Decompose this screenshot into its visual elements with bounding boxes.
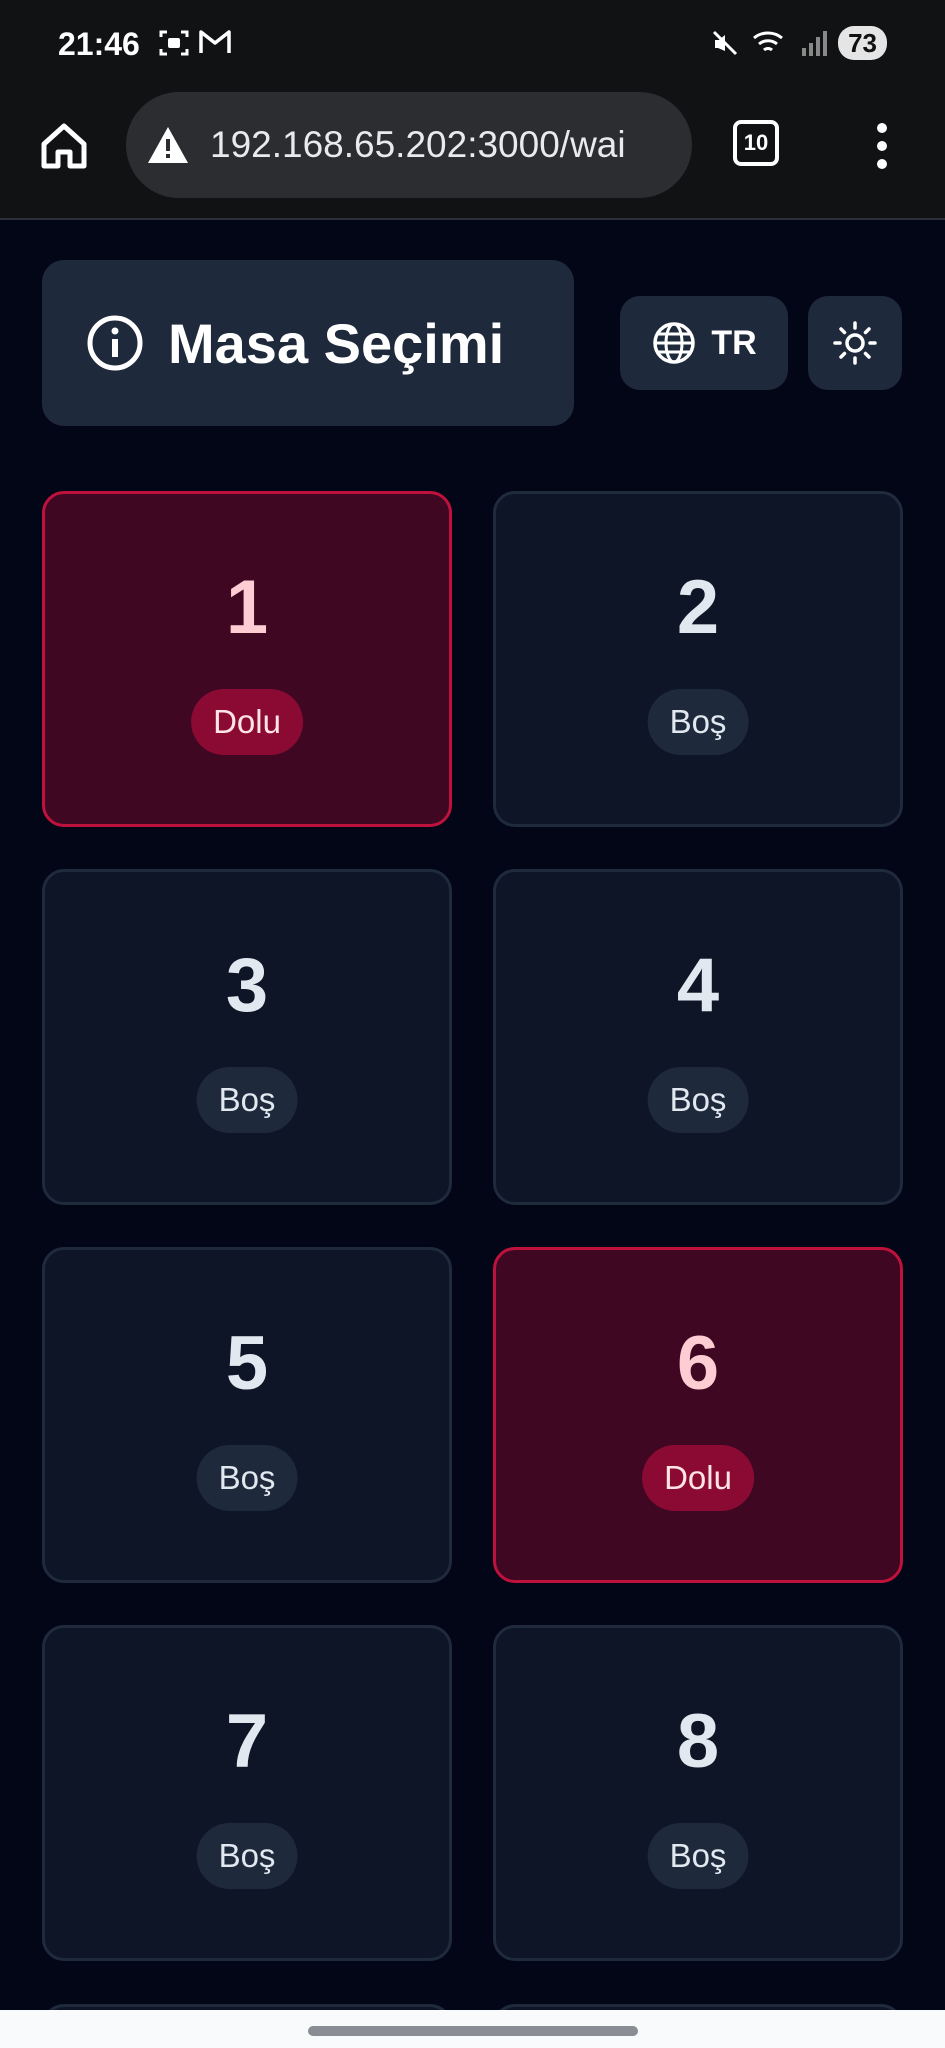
- table-status-badge: Dolu: [642, 1445, 754, 1511]
- table-number: 4: [676, 943, 720, 1028]
- gmail-icon: [199, 30, 231, 53]
- table-number: 5: [225, 1321, 269, 1406]
- tab-switcher-button[interactable]: 10: [733, 120, 779, 166]
- gesture-handle[interactable]: [308, 2026, 638, 2036]
- table-card[interactable]: 4 Boş: [493, 869, 903, 1205]
- table-status-badge: Boş: [196, 1445, 298, 1511]
- table-card[interactable]: 2 Boş: [493, 491, 903, 827]
- status-notification-icons: [158, 28, 232, 58]
- page-header: Masa Seçimi: [42, 260, 574, 426]
- table-status-badge: Boş: [647, 1823, 749, 1889]
- table-status-badge: Boş: [196, 1067, 298, 1133]
- table-card[interactable]: 3 Boş: [42, 869, 452, 1205]
- home-icon[interactable]: [38, 120, 90, 172]
- table-card[interactable]: 1 Dolu: [42, 491, 452, 827]
- sun-icon: [833, 321, 877, 365]
- table-card[interactable]: 8 Boş: [493, 1625, 903, 1961]
- wifi-icon: [753, 31, 784, 52]
- screenshot-icon: [159, 30, 189, 56]
- table-number: 7: [225, 1699, 269, 1784]
- info-icon[interactable]: [86, 314, 144, 372]
- url-text[interactable]: 192.168.65.202:3000/wai: [210, 124, 680, 166]
- language-label: TR: [711, 323, 757, 362]
- page-title: Masa Seçimi: [168, 311, 505, 375]
- table-number: 1: [225, 565, 269, 650]
- table-card[interactable]: 6 Dolu: [493, 1247, 903, 1583]
- table-status-badge: Dolu: [191, 689, 303, 755]
- warning-icon[interactable]: [146, 125, 190, 165]
- navigation-bar: [0, 2010, 945, 2048]
- address-bar[interactable]: 192.168.65.202:3000/wai: [126, 92, 692, 198]
- signal-icon: [802, 31, 828, 56]
- status-system-icons: 73: [710, 26, 887, 60]
- mute-icon: [713, 30, 738, 56]
- status-time: 21:46: [58, 26, 140, 62]
- table-number: 2: [676, 565, 720, 650]
- table-status-badge: Boş: [196, 1823, 298, 1889]
- browser-toolbar: 192.168.65.202:3000/wai 10: [0, 90, 945, 220]
- table-card[interactable]: 5 Boş: [42, 1247, 452, 1583]
- table-card[interactable]: 7 Boş: [42, 1625, 452, 1961]
- globe-icon: [653, 322, 696, 364]
- table-number: 6: [676, 1321, 720, 1406]
- table-status-badge: Boş: [647, 689, 749, 755]
- theme-toggle-button[interactable]: [808, 296, 902, 390]
- language-button[interactable]: TR: [620, 296, 788, 390]
- table-number: 8: [676, 1699, 720, 1784]
- battery-level: 73: [838, 26, 887, 60]
- table-number: 3: [225, 943, 269, 1028]
- status-bar: 21:46 73: [0, 0, 945, 90]
- more-options-icon[interactable]: [870, 120, 894, 172]
- table-status-badge: Boş: [647, 1067, 749, 1133]
